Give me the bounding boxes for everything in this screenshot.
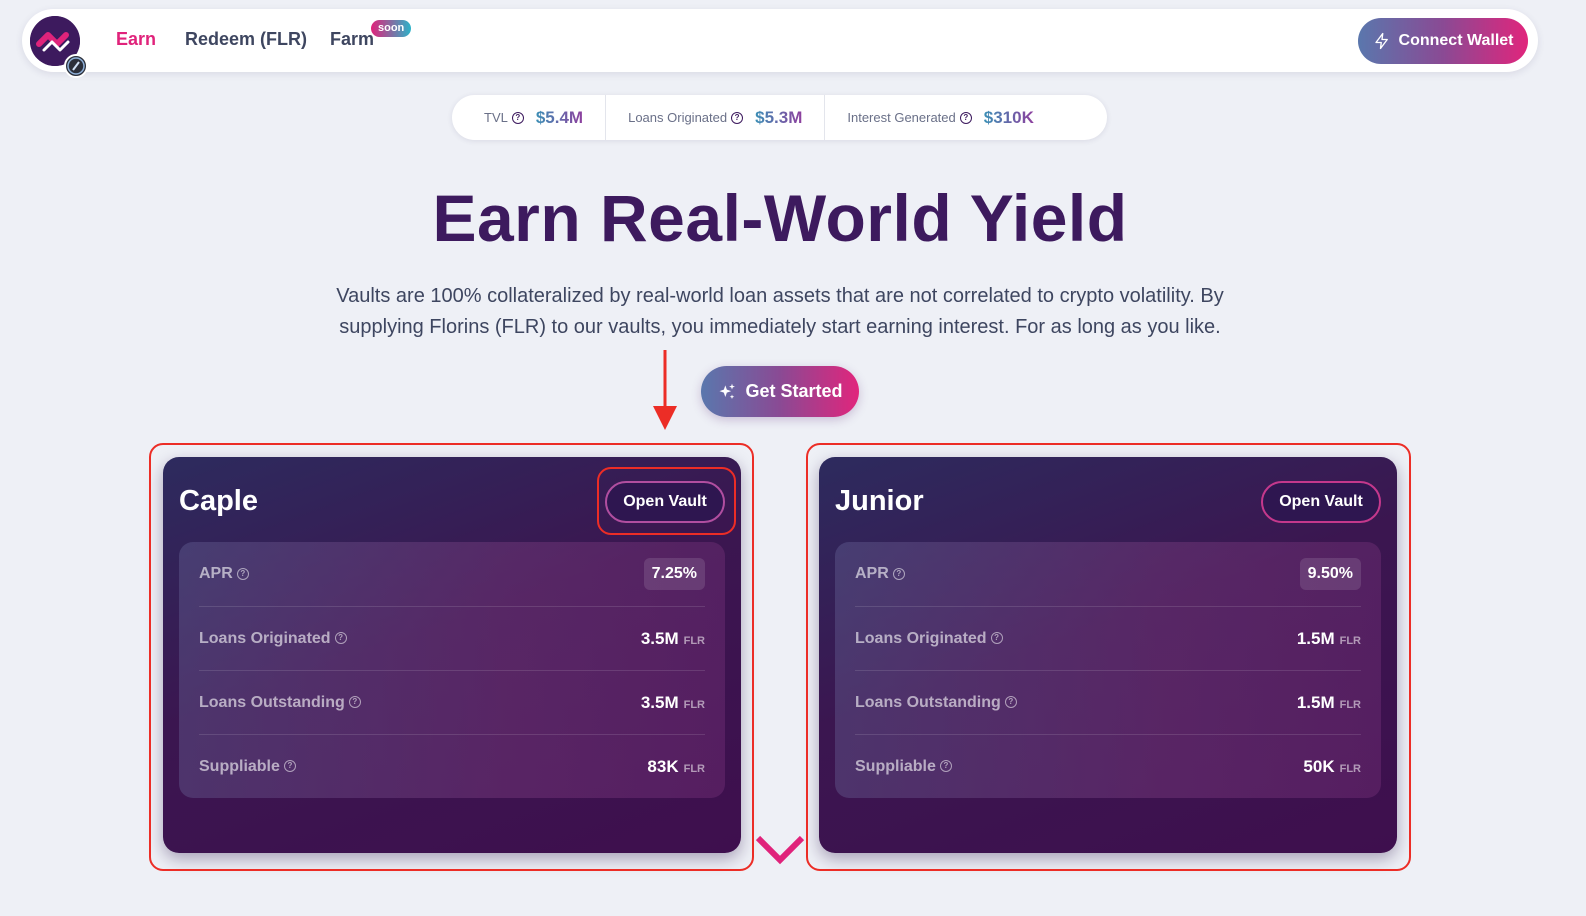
annotation-highlight-box [597,467,736,535]
app-logo[interactable] [30,16,88,78]
page-title: Earn Real-World Yield [432,181,1128,255]
help-icon[interactable]: ? [731,111,744,124]
network-badge-icon [64,54,88,78]
nav-farm[interactable]: Farm [330,29,374,50]
top-navbar: Earn Redeem (FLR) Farm soon Connect Wall… [22,9,1538,78]
stat-loans-originated: Loans Originated ? $5.3M [605,95,824,140]
protocol-stats: TVL ? $5.4M Loans Originated ? $5.3M Int… [452,95,1107,140]
connect-wallet-label: Connect Wallet [1398,32,1514,49]
sparkles-icon [719,383,736,399]
help-icon[interactable]: ? [959,111,972,124]
nav-redeem[interactable]: Redeem (FLR) [185,29,307,50]
stat-value: $310K [983,107,1034,127]
annotation-arrow-icon [653,350,677,430]
stat-value: $5.3M [755,107,803,127]
hero-description: Vaults are 100% collateralized by real-w… [336,285,1224,338]
get-started-label: Get Started [745,381,843,401]
stat-label: Loans Originated [628,110,728,125]
help-icon[interactable]: ? [511,111,524,124]
connect-wallet-button[interactable]: Connect Wallet [1358,18,1528,64]
stat-interest-generated: Interest Generated ? $310K [824,95,1056,140]
stat-value: $5.4M [535,107,584,127]
nav-earn[interactable]: Earn [116,29,156,50]
soon-badge: soon [371,20,412,37]
stat-label: Interest Generated [847,110,956,125]
annotation-highlight-box [806,443,1411,871]
stat-label: TVL [484,110,508,125]
stat-tvl: TVL ? $5.4M [452,95,605,140]
lightning-icon [1374,32,1388,50]
get-started-button[interactable]: Get Started [701,366,859,417]
scroll-down-chevron-icon[interactable] [755,834,805,866]
